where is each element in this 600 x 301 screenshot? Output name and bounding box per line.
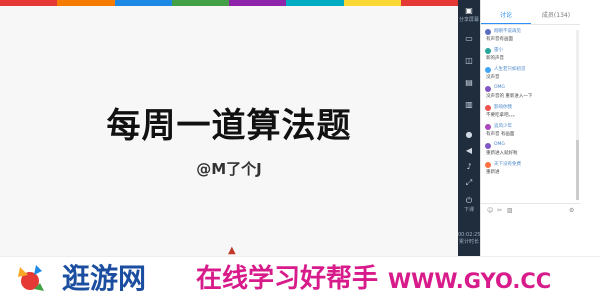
chat-message: 天下没有免费 重新进 (485, 161, 573, 180)
chat-text: 重新进 (486, 170, 500, 175)
timer-label: 累计时长 (458, 239, 479, 245)
slide-title: 每周一道算法题 (106, 106, 352, 146)
chat-message: OMG 重新进入就好啦 (485, 142, 573, 161)
chat-username: 追风少年 (494, 124, 512, 129)
avatar (485, 124, 491, 130)
avatar (485, 67, 491, 73)
emoji-icon[interactable]: ☺ (487, 207, 493, 214)
mic-button[interactable]: ● (458, 130, 480, 140)
chat-text: 没声音的 重新进入一下 (486, 94, 533, 99)
avatar (485, 86, 491, 92)
tab-chat[interactable]: 讨论 (481, 8, 531, 24)
chat-input-bar: ☺ ✂ ▨ ⚙ (481, 203, 581, 218)
whiteboard-button[interactable]: ▤ (458, 78, 480, 88)
chat-text: 没声音 (486, 75, 500, 80)
chat-message: 影响你我 不要吃拿吧。。。 (485, 104, 573, 123)
mic-icon: ● (465, 130, 473, 139)
chat-text: 重新进入就好啦 (486, 151, 518, 156)
video-button[interactable]: ▭ (458, 34, 480, 44)
scrollbar-thumb[interactable] (576, 140, 579, 200)
brand-name: 逛游网 (62, 262, 147, 295)
chat-username: 天下没有免费 (494, 162, 521, 167)
slide-decoration-icon: ▲ (228, 245, 236, 256)
screen-share-button[interactable]: ▣ 分享屏幕 (458, 6, 480, 23)
end-class-label: 下课 (463, 207, 474, 213)
music-button[interactable]: ♪ (458, 162, 480, 172)
whiteboard-icon: ▤ (465, 78, 473, 87)
chat-username: OMG (494, 85, 505, 90)
presentation-slide: 每周一道算法题 @M了个J ▲ (0, 6, 458, 256)
camera-icon: ◫ (465, 56, 473, 65)
chat-text: 有声音 有画面 (486, 132, 515, 137)
avatar (485, 105, 491, 111)
fullscreen-button[interactable]: ⤢ (458, 178, 480, 188)
chat-text: 新的声音 (486, 56, 504, 61)
camera-button[interactable]: ◫ (458, 56, 480, 66)
doc-icon: ▥ (465, 100, 473, 109)
tab-members[interactable]: 成员(134) (531, 8, 581, 24)
chat-message: 雷小 新的声音 (485, 47, 573, 66)
brand-logo-icon (18, 265, 44, 291)
end-class-button[interactable]: ⏻ 下课 (458, 196, 480, 213)
chat-message: 人生若只如初见 没声音 (485, 66, 573, 85)
right-margin (580, 0, 600, 256)
doc-button[interactable]: ▥ (458, 100, 480, 110)
gear-icon[interactable]: ⚙ (569, 207, 574, 214)
class-timer: 00:02:25 累计时长 (458, 232, 480, 245)
video-icon: ▭ (465, 34, 473, 43)
classroom-toolbar: ▣ 分享屏幕 ▭ ◫ ▤ ▥ ● ◀ ♪ ⤢ ⏻ 下课 00:02:25 累计时… (458, 0, 480, 256)
avatar (485, 143, 491, 149)
image-icon[interactable]: ▨ (507, 207, 513, 214)
chat-username: 人生若只如初见 (494, 67, 526, 72)
chat-scrollbar[interactable] (576, 30, 579, 200)
chat-username: 影响你我 (494, 105, 512, 110)
side-panel: 讨论 成员(134) 刚刚不说再见 有声音有画面 雷小 新的声音 人生若只如初见… (480, 0, 581, 256)
chat-text: 有声音有画面 (486, 37, 513, 42)
avatar (485, 48, 491, 54)
chat-text: 不要吃拿吧。。。 (486, 113, 518, 118)
chat-username: OMG (494, 142, 505, 147)
fullscreen-icon: ⤢ (465, 178, 473, 187)
chat-message: OMG 没声音的 重新进入一下 (485, 85, 573, 104)
brand-url[interactable]: WWW.GYO.CC (388, 269, 551, 293)
avatar (485, 162, 491, 168)
chat-message: 刚刚不说再见 有声音有画面 (485, 28, 573, 47)
power-icon: ⏻ (465, 196, 473, 205)
brand-slogan: 在线学习好帮手 (196, 264, 379, 294)
watermark-banner: 逛游网 在线学习好帮手 WWW.GYO.CC (0, 256, 600, 301)
screen-share-label: 分享屏幕 (458, 17, 479, 23)
speaker-button[interactable]: ◀ (458, 146, 480, 156)
settings-icon[interactable]: ✂ (497, 207, 502, 214)
chat-messages: 刚刚不说再见 有声音有画面 雷小 新的声音 人生若只如初见 没声音 OMG 没声… (485, 28, 573, 180)
chat-username: 雷小 (494, 48, 503, 53)
slide-subtitle: @M了个J (196, 160, 262, 178)
panel-tabs: 讨论 成员(134) (481, 8, 581, 25)
avatar (485, 29, 491, 35)
screen-share-icon: ▣ (465, 6, 473, 15)
chat-message: 追风少年 有声音 有画面 (485, 123, 573, 142)
chat-username: 刚刚不说再见 (494, 29, 521, 34)
speaker-icon: ◀ (465, 146, 473, 155)
music-icon: ♪ (466, 162, 472, 171)
